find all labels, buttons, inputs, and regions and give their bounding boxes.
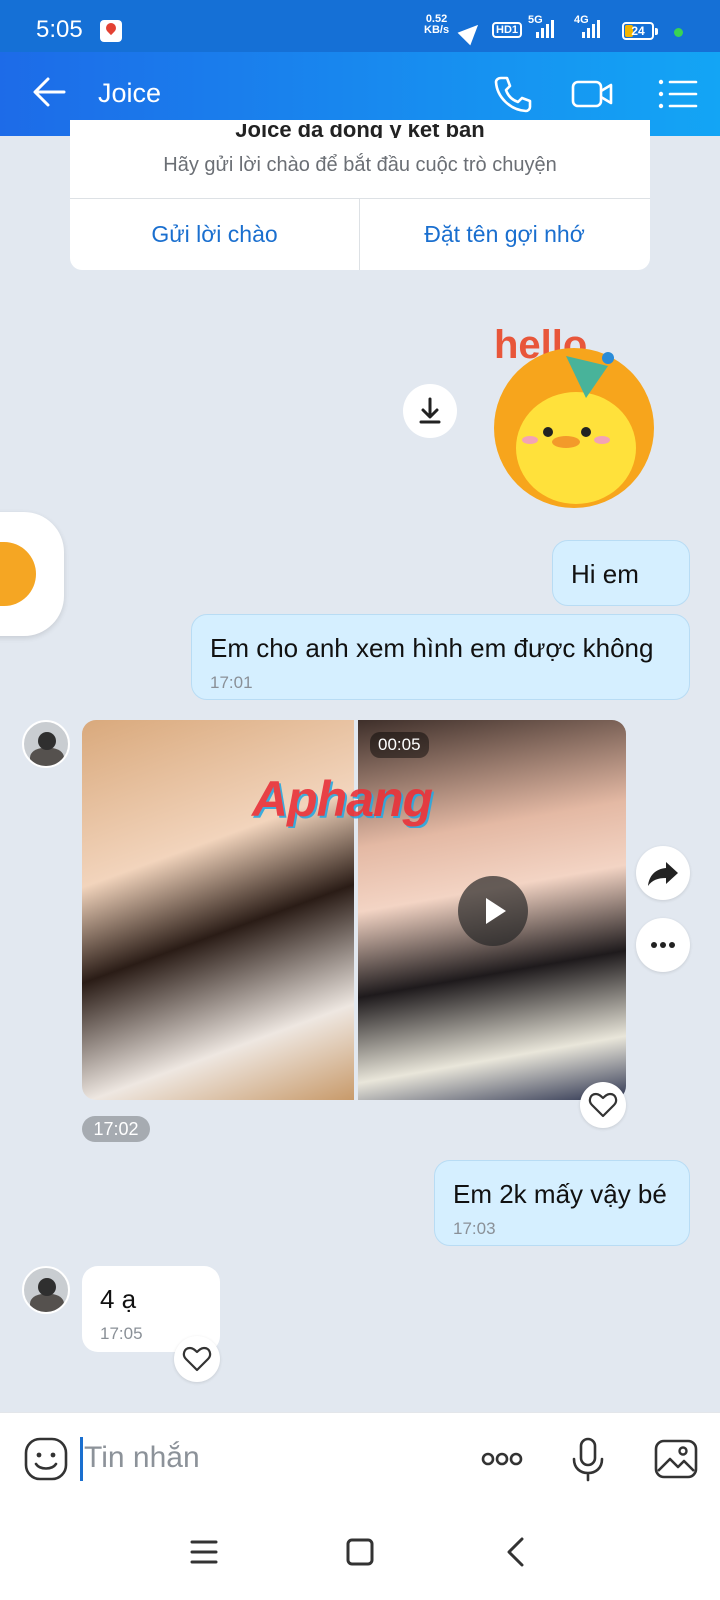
download-icon <box>419 397 441 424</box>
system-back-button[interactable] <box>490 1526 542 1578</box>
friend-accepted-card: Joice đã đồng ý kết bạn Hãy gửi lời chào… <box>70 120 650 270</box>
forward-share-icon <box>648 862 678 886</box>
more-horizontal-icon <box>481 1452 523 1466</box>
privacy-indicator-dot <box>674 28 683 37</box>
contact-avatar[interactable] <box>22 1266 70 1314</box>
message-time: 17:05 <box>100 1324 143 1343</box>
video-call-icon <box>571 80 613 108</box>
forward-button[interactable] <box>636 846 690 900</box>
contact-avatar[interactable] <box>22 720 70 768</box>
message-time: 17:01 <box>210 673 253 692</box>
message-text: Em 2k mấy vậy bé <box>453 1179 667 1209</box>
message-text: Em cho anh xem hình em được không <box>210 633 654 663</box>
network-speed: 0.52 KB/s <box>424 14 449 36</box>
message-input[interactable] <box>84 1433 444 1483</box>
video-call-button[interactable] <box>568 70 616 118</box>
received-media-group: 00:05 Aphang <box>82 720 626 1100</box>
home-button[interactable] <box>334 1526 386 1578</box>
message-sent-request-photo[interactable]: Em cho anh xem hình em được không 17:01 <box>191 614 690 700</box>
recent-apps-button[interactable] <box>178 1526 230 1578</box>
message-input-bar <box>0 1412 720 1504</box>
play-icon[interactable] <box>458 876 528 946</box>
battery-tip <box>655 28 658 35</box>
back-button[interactable] <box>28 70 72 114</box>
heart-icon <box>588 1092 618 1118</box>
battery-level: 24 <box>631 24 645 38</box>
phone-icon <box>494 76 532 113</box>
gallery-button[interactable] <box>650 1433 702 1485</box>
like-media-button[interactable] <box>580 1082 626 1128</box>
location-arrow-icon <box>457 18 485 46</box>
heart-icon <box>182 1346 212 1372</box>
video-duration: 00:05 <box>370 732 429 758</box>
menu-icon <box>190 1540 218 1564</box>
more-dots-icon <box>651 942 675 948</box>
message-text: 4 ạ <box>100 1284 137 1314</box>
send-greeting-button[interactable]: Gửi lời chào <box>70 198 359 270</box>
text-caret <box>80 1437 83 1481</box>
media-time: 17:02 <box>82 1116 150 1142</box>
system-navigation-bar <box>0 1504 720 1600</box>
maps-icon <box>100 20 122 42</box>
back-arrow-icon <box>33 77 66 107</box>
microphone-icon <box>572 1437 604 1482</box>
hello-chick-sticker[interactable]: hello <box>490 308 676 512</box>
menu-list-icon <box>658 79 698 109</box>
network-speed-unit: KB/s <box>424 24 450 36</box>
floating-chat-head[interactable] <box>0 512 64 636</box>
more-options-button[interactable] <box>636 918 690 972</box>
more-actions-button[interactable] <box>476 1433 528 1485</box>
signal-5g-icon <box>536 20 554 38</box>
like-message-button[interactable] <box>174 1336 220 1382</box>
set-nickname-button[interactable]: Đặt tên gợi nhớ <box>360 198 649 270</box>
message-sent-age-question[interactable]: Em 2k mấy vậy bé 17:03 <box>434 1160 690 1246</box>
contact-name[interactable]: Joice <box>98 78 161 109</box>
status-time: 5:05 <box>36 16 83 43</box>
signal-4g-icon <box>582 20 600 38</box>
hd-badge: HD1 <box>492 22 523 38</box>
status-bar: 5:05 0.52 KB/s HD1 5G 4G 24 <box>0 0 720 52</box>
watermark-text: Aphang <box>252 771 433 827</box>
friend-card-title: Joice đã đồng ý kết bạn <box>235 124 485 138</box>
emoji-button[interactable] <box>20 1433 72 1485</box>
image-icon <box>654 1439 698 1479</box>
voice-call-button[interactable] <box>488 70 536 118</box>
battery-icon: 24 <box>622 22 654 40</box>
chevron-left-icon <box>507 1537 524 1567</box>
home-square-icon <box>346 1538 374 1566</box>
emoji-icon <box>24 1437 68 1481</box>
message-text: Hi em <box>571 559 639 589</box>
friend-card-subtitle: Hãy gửi lời chào để bắt đầu cuộc trò chu… <box>163 154 557 176</box>
download-sticker-button[interactable] <box>403 384 457 438</box>
chat-options-button[interactable] <box>654 70 702 118</box>
voice-message-button[interactable] <box>562 1433 614 1485</box>
message-sent-hi[interactable]: Hi em <box>552 540 690 606</box>
message-time: 17:03 <box>453 1219 496 1238</box>
